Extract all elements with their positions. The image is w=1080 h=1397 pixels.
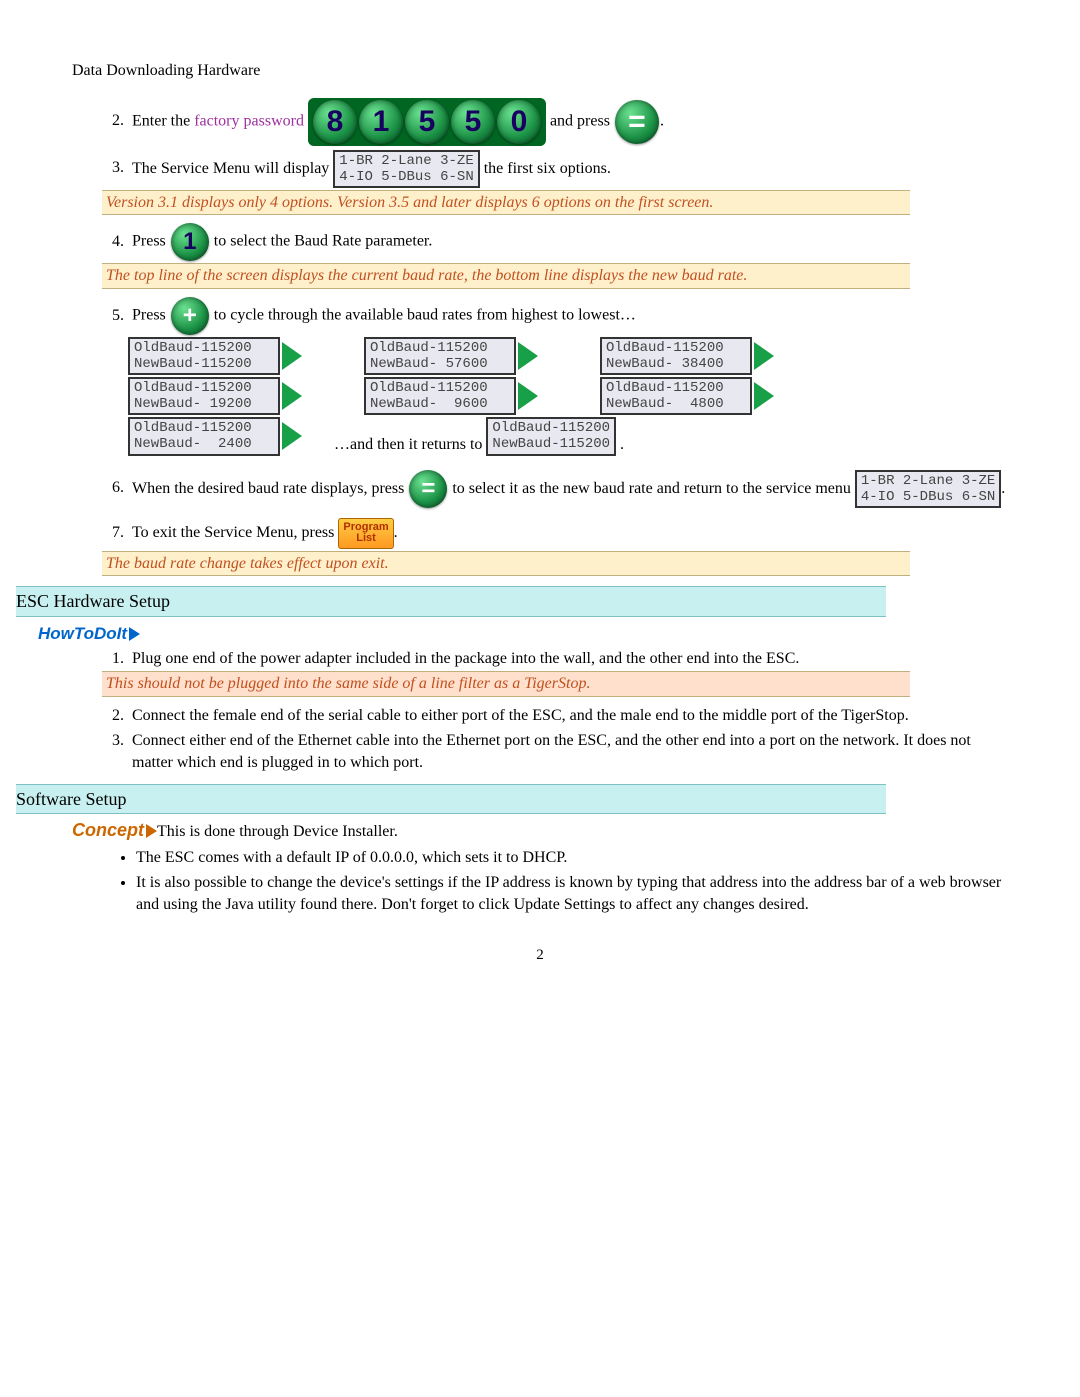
baud-19200: OldBaud-115200 NewBaud- 19200 [128, 377, 302, 415]
password-display: 81550 [308, 98, 546, 146]
digit-5: 5 [405, 100, 449, 144]
esc-step-3: Connect either end of the Ethernet cable… [128, 730, 1008, 773]
step-4: Press 1 to select the Baud Rate paramete… [128, 223, 1008, 289]
arrow-icon [754, 382, 774, 410]
service-menu-lcd-2: 1-BR 2-Lane 3-ZE 4-IO 5-DBus 6-SN [855, 470, 1001, 508]
sw-bullet-1: The ESC comes with a default IP of 0.0.0… [136, 847, 1008, 869]
baud-57600: OldBaud-115200 NewBaud- 57600 [364, 337, 538, 375]
esc-step-2: Connect the female end of the serial cab… [128, 705, 1008, 727]
one-button-icon: 1 [171, 223, 209, 261]
step4-b: to select the Baud Rate parameter. [210, 233, 433, 250]
step5-a: Press [132, 307, 170, 324]
step5-b: to cycle through the available baud rate… [210, 307, 636, 324]
step7-a: To exit the Service Menu, press [132, 524, 338, 541]
arrow-icon [129, 627, 140, 641]
baud-2400: OldBaud-115200 NewBaud- 2400 [128, 417, 302, 455]
concept-line: ConceptThis is done through Device Insta… [72, 818, 1008, 843]
section-esc-hardware: ESC Hardware Setup [16, 586, 886, 616]
step-5: Press to cycle through the available bau… [128, 297, 1008, 456]
equals-button-icon [615, 100, 659, 144]
digit-0: 0 [497, 100, 541, 144]
digit-1: 1 [359, 100, 403, 144]
arrow-icon [754, 342, 774, 370]
concept-label: Concept [72, 820, 157, 840]
digit-5b: 5 [451, 100, 495, 144]
step4-a: Press [132, 233, 170, 250]
step-2: Enter the factory password 81550 and pre… [128, 98, 1008, 146]
arrow-icon [282, 422, 302, 450]
sw-bullet-2: It is also possible to change the device… [136, 872, 1008, 915]
equals-button-icon [409, 470, 447, 508]
page-number: 2 [72, 945, 1008, 965]
service-menu-lcd: 1-BR 2-Lane 3-ZE 4-IO 5-DBus 6-SN [333, 150, 479, 188]
note-step4: The top line of the screen displays the … [102, 263, 910, 289]
step-6: When the desired baud rate displays, pre… [128, 470, 1008, 508]
step3-a: The Service Menu will display [132, 159, 333, 176]
step6-c: . [1001, 479, 1005, 496]
note-step7: The baud rate change takes effect upon e… [102, 551, 910, 577]
step-7: To exit the Service Menu, press ProgramL… [128, 518, 1008, 577]
step2-c: . [660, 112, 664, 129]
arrow-icon [146, 824, 157, 838]
baud-9600: OldBaud-115200 NewBaud- 9600 [364, 377, 538, 415]
step6-b: to select it as the new baud rate and re… [448, 479, 855, 496]
step6-a: When the desired baud rate displays, pre… [132, 479, 408, 496]
baud-rate-grid: OldBaud-115200 NewBaud-115200 OldBaud-11… [128, 337, 1008, 456]
step-3: The Service Menu will display 1-BR 2-Lan… [128, 150, 1008, 216]
baud-38400: OldBaud-115200 NewBaud- 38400 [600, 337, 774, 375]
program-list-button-icon: ProgramList [338, 518, 393, 549]
how-to-do-it-label: HowToDoIt [38, 623, 1008, 646]
returns-to: …and then it returns to OldBaud-115200 N… [334, 417, 624, 455]
plus-button-icon [171, 297, 209, 335]
step3-b: the first six options. [480, 159, 611, 176]
note-step3: Version 3.1 displays only 4 options. Ver… [102, 190, 910, 216]
baud-115200: OldBaud-115200 NewBaud-115200 [128, 337, 302, 375]
step7-b: . [394, 524, 398, 541]
arrow-icon [518, 342, 538, 370]
esc-step-1: Plug one end of the power adapter includ… [128, 648, 1008, 697]
factory-password-text: factory password [194, 112, 304, 129]
arrow-icon [282, 382, 302, 410]
step2-b: and press [546, 112, 614, 129]
section-software-setup: Software Setup [16, 784, 886, 814]
baud-4800: OldBaud-115200 NewBaud- 4800 [600, 377, 774, 415]
digit-8: 8 [313, 100, 357, 144]
note-esc1: This should not be plugged into the same… [102, 671, 910, 697]
arrow-icon [518, 382, 538, 410]
page-header: Data Downloading Hardware [72, 60, 1008, 82]
arrow-icon [282, 342, 302, 370]
step2-a: Enter the [132, 112, 194, 129]
